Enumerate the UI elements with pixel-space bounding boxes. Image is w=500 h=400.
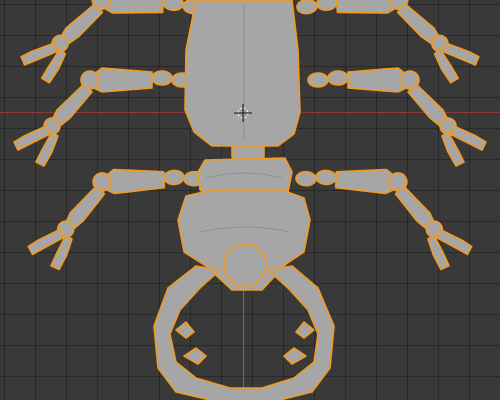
leg-left-2 bbox=[13, 67, 193, 167]
selected-mesh-object[interactable] bbox=[0, 0, 500, 400]
crosshair-icon[interactable] bbox=[234, 104, 252, 122]
3d-viewport[interactable] bbox=[0, 0, 500, 400]
leg-right-3 bbox=[292, 165, 476, 272]
leg-right-2 bbox=[307, 67, 487, 167]
